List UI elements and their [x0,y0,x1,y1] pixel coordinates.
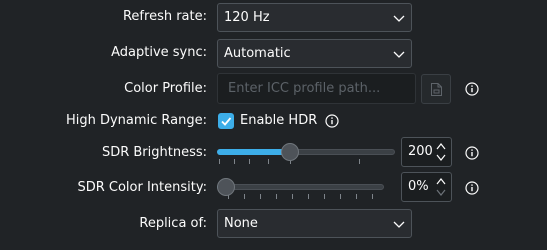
color-profile-label: Color Profile: [124,81,207,96]
refresh-rate-label: Refresh rate: [122,9,207,24]
slider-handle[interactable] [217,178,235,196]
sdr-brightness-label: SDR Brightness: [101,145,207,160]
slider-tick [234,159,235,164]
chevron-down-icon [393,51,405,58]
sdr-color-intensity-value: 0% [408,179,429,194]
slider-tick [268,159,269,164]
refresh-rate-value: 120 Hz [224,10,270,25]
color-profile-field[interactable] [217,73,416,104]
browse-file-button[interactable] [421,74,451,104]
sdr-color-intensity-slider[interactable] [217,172,385,202]
color-profile-input[interactable] [218,74,415,103]
hdr-label: High Dynamic Range: [65,113,207,128]
sdr-brightness-value: 200 [408,144,433,159]
slider-tick [324,194,325,199]
slider-tick [219,159,220,164]
slider-handle[interactable] [281,143,299,161]
slider-tick [356,194,357,199]
slider-tick [244,194,245,199]
info-icon[interactable] [325,114,339,128]
info-icon[interactable] [465,181,479,195]
slider-tick [340,194,341,199]
replica-of-label: Replica of: [139,216,207,231]
info-icon[interactable] [465,82,479,96]
checkmark-icon [221,117,232,126]
slider-tick [276,194,277,199]
adaptive-sync-combobox[interactable]: Automatic [217,39,412,68]
slider-tick [308,194,309,199]
sdr-color-intensity-spinbox[interactable]: 0% [401,172,452,202]
slider-tick [249,159,250,164]
info-icon[interactable] [465,146,479,160]
chevron-down-icon [393,221,405,228]
chevron-down-icon [393,15,405,22]
slider-tick [260,194,261,199]
sdr-color-intensity-label: SDR Color Intensity: [77,180,207,195]
spin-arrows-icon[interactable] [434,140,448,164]
enable-hdr-checkbox[interactable] [218,113,234,129]
slider-tick [359,159,360,164]
slider-tick [292,194,293,199]
slider-fill [217,149,290,155]
document-open-icon [431,83,442,96]
adaptive-sync-label: Adaptive sync: [111,45,207,60]
slider-track [217,184,384,190]
refresh-rate-combobox[interactable]: 120 Hz [217,3,412,32]
sdr-brightness-spinbox[interactable]: 200 [401,137,452,167]
spin-arrows-icon[interactable] [434,175,448,199]
replica-of-combobox[interactable]: None [217,209,412,238]
slider-tick [372,194,373,199]
adaptive-sync-value: Automatic [224,46,291,61]
sdr-brightness-slider[interactable] [217,137,397,167]
enable-hdr-label[interactable]: Enable HDR [240,113,317,129]
replica-of-value: None [224,216,258,231]
